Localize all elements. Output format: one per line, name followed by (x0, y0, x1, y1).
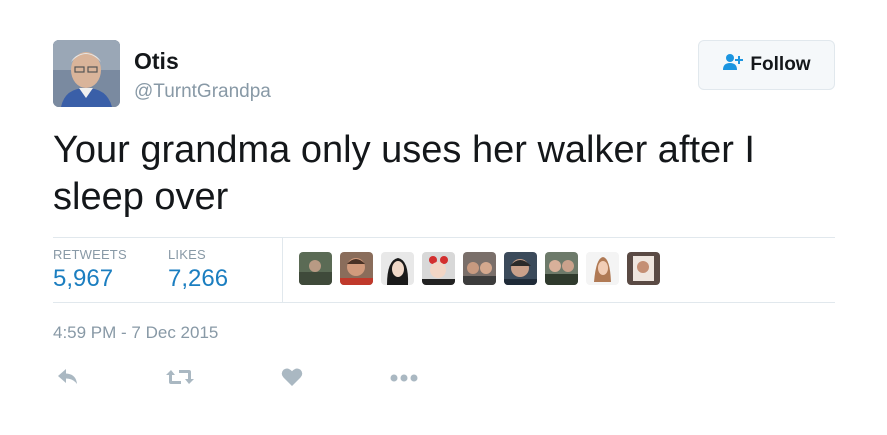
divider (53, 237, 835, 238)
retweets-label: RETWEETS (53, 247, 127, 262)
more-button[interactable] (388, 365, 420, 393)
likes-label: LIKES (168, 247, 206, 262)
stats-separator (282, 238, 283, 302)
more-icon (390, 370, 418, 388)
liker-avatar[interactable] (299, 252, 332, 285)
tweet-text: Your grandma only uses her walker after … (53, 129, 755, 218)
liker-avatar[interactable] (422, 252, 455, 285)
retweet-button[interactable] (164, 365, 196, 393)
follow-label: Follow (750, 54, 811, 75)
liker-avatar[interactable] (627, 252, 660, 285)
user-handle[interactable]: @TurntGrandpa (134, 81, 271, 103)
liker-avatar[interactable] (463, 252, 496, 285)
add-user-icon (722, 53, 744, 77)
liker-avatar[interactable] (381, 252, 414, 285)
reply-icon (56, 367, 80, 392)
user-avatar[interactable] (53, 40, 120, 107)
divider (53, 302, 835, 303)
like-button[interactable] (276, 365, 308, 393)
tweet-timestamp[interactable]: 4:59 PM - 7 Dec 2015 (53, 323, 218, 343)
liker-avatar[interactable] (504, 252, 537, 285)
retweets-count[interactable]: 5,967 (53, 265, 113, 293)
likers-avatars (299, 252, 660, 285)
liker-avatar[interactable] (545, 252, 578, 285)
liker-avatar[interactable] (586, 252, 619, 285)
heart-icon (281, 367, 303, 392)
retweet-icon (165, 367, 195, 392)
user-display-name[interactable]: Otis (134, 48, 179, 75)
likes-count[interactable]: 7,266 (168, 265, 228, 293)
liker-avatar[interactable] (340, 252, 373, 285)
follow-button[interactable]: Follow (698, 40, 835, 90)
reply-button[interactable] (52, 365, 84, 393)
